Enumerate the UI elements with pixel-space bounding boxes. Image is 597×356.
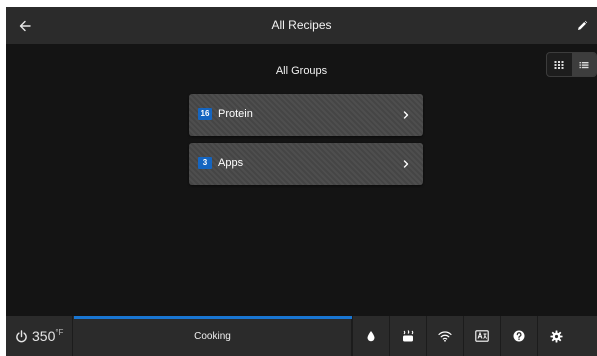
group-card-apps[interactable]: 3 Apps [189,143,423,185]
wifi-button[interactable] [426,316,463,356]
help-icon [513,330,525,342]
translate-icon [475,330,489,342]
settings-button[interactable] [537,316,574,356]
count-badge: 16 [198,108,212,120]
chevron-right-icon [403,160,409,168]
screen: All Recipes All Groups 16 Protein 3 Apps… [0,0,597,356]
steam-button[interactable] [389,316,426,356]
page-title: All Recipes [271,18,332,32]
temperature-readout: 350°F [32,328,63,344]
group-card-protein[interactable]: 16 Protein [189,94,423,136]
water-button[interactable] [352,316,389,356]
edit-button[interactable] [571,15,593,37]
device-display: All Recipes All Groups 16 Protein 3 Apps… [6,7,597,356]
language-button[interactable] [463,316,500,356]
power-button[interactable]: 350°F [6,316,73,356]
groups-heading: All Groups [275,65,328,77]
temperature-value: 350 [32,328,56,344]
power-icon [16,329,27,342]
pencil-icon [578,20,588,30]
cooking-status: Cooking [194,330,231,342]
steam-icon [403,330,414,342]
cook-progress-fill [74,316,352,319]
cook-progress-bar [74,316,352,319]
settings-icon [549,329,563,343]
bottom-bar: 350°F Cooking [6,316,597,356]
temperature-unit: °F [55,328,64,337]
water-drop-icon [367,331,375,342]
header-bar: All Recipes [6,7,597,44]
count-badge: 3 [198,157,212,169]
group-name: Protein [218,108,253,120]
chevron-right-icon [403,111,409,119]
status-cell[interactable]: Cooking [74,316,352,356]
wifi-icon [438,331,452,342]
help-button[interactable] [500,316,537,356]
group-name: Apps [218,157,244,169]
